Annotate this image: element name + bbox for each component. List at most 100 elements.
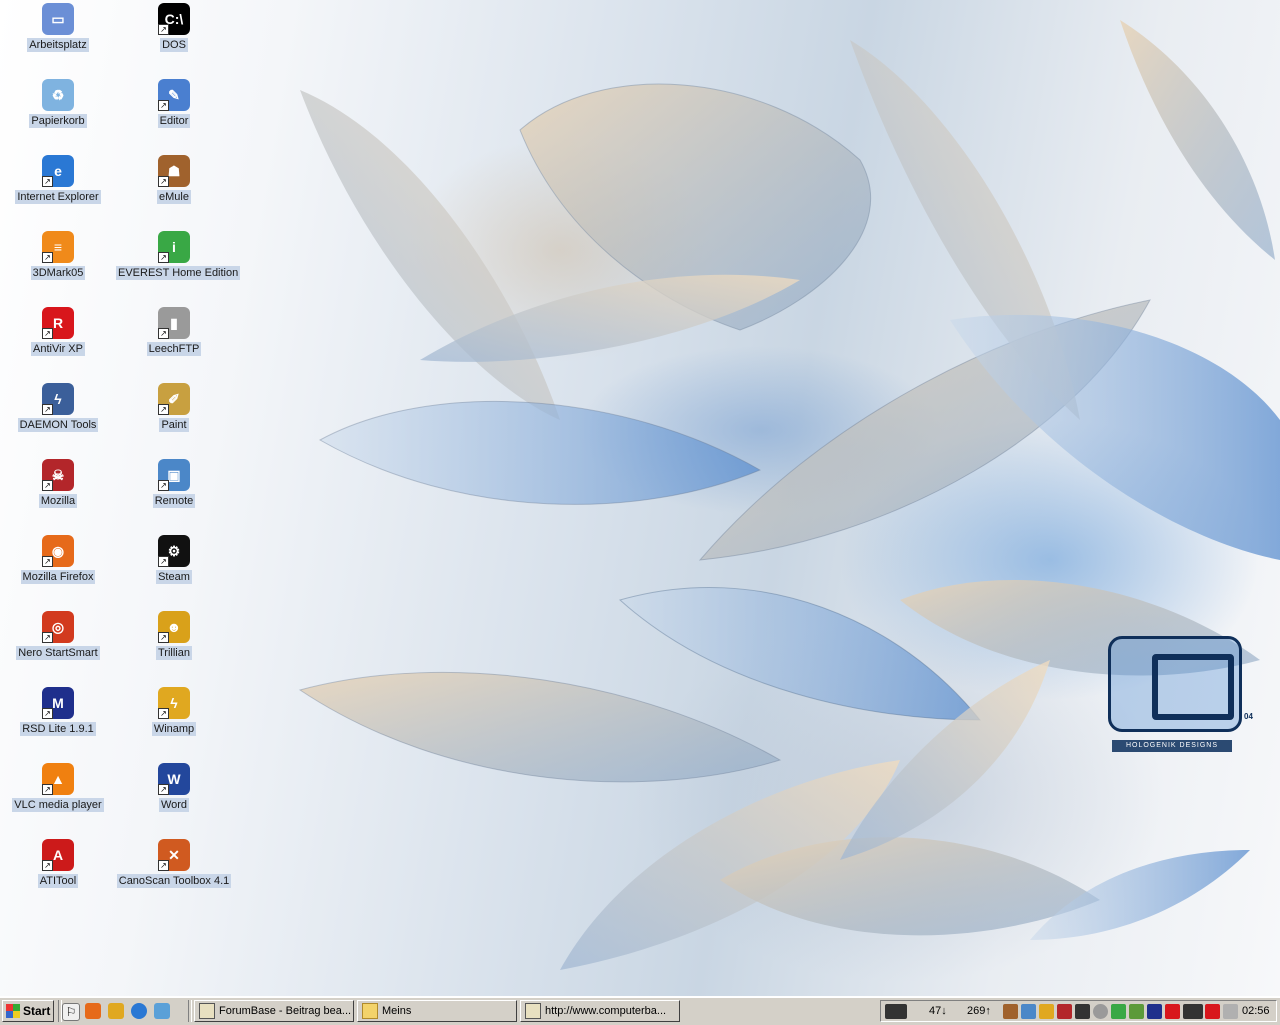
desktop: 04 HOLOGENIK DESIGNS ▭ Arbeitsplatz C:\ ↗ DO… — [0, 0, 1280, 996]
tray-clock-tool-icon[interactable] — [1093, 1004, 1108, 1019]
daemon-tools-icon: ϟ ↗ — [42, 383, 74, 415]
canoscan-icon: ✕ ↗ — [158, 839, 190, 871]
start-button[interactable]: Start — [2, 1000, 54, 1022]
desktop-icon-label: Papierkorb — [29, 114, 87, 128]
shortcut-arrow-icon: ↗ — [158, 556, 169, 567]
desktop-icon-label: DAEMON Tools — [17, 418, 99, 432]
desktop-icon-internet-explorer[interactable]: e ↗ Internet Explorer — [0, 152, 116, 224]
desktop-icon-canoscan-toolbox-4-1[interactable]: ✕ ↗ CanoScan Toolbox 4.1 — [116, 836, 232, 908]
desktop-icon-paint[interactable]: ✐ ↗ Paint — [116, 380, 232, 452]
desktop-icon-steam[interactable]: ⚙ ↗ Steam — [116, 532, 232, 604]
desktop-icon-label: Arbeitsplatz — [27, 38, 89, 52]
shortcut-arrow-icon: ↗ — [42, 176, 53, 187]
browser-window-icon — [525, 1003, 541, 1019]
shortcut-arrow-icon: ↗ — [42, 252, 53, 263]
desktop-icon-label: eMule — [157, 190, 191, 204]
ql-run-icon[interactable]: ⚐ — [62, 1003, 80, 1021]
desktop-icon-label: Mozilla Firefox — [20, 570, 96, 584]
desktop-icon-arbeitsplatz[interactable]: ▭ Arbeitsplatz — [0, 0, 116, 72]
tray-speedfan-icon[interactable] — [1183, 1004, 1203, 1019]
desktop-icon-label: Steam — [156, 570, 192, 584]
shortcut-arrow-icon: ↗ — [42, 404, 53, 415]
desktop-icon-label: Trillian — [156, 646, 192, 660]
desktop-icon-daemon-tools[interactable]: ϟ ↗ DAEMON Tools — [0, 380, 116, 452]
desktop-icon-everest-home-edition[interactable]: i ↗ EVEREST Home Edition — [116, 228, 241, 300]
desktop-icon-leechftp[interactable]: ▮ ↗ LeechFTP — [116, 304, 232, 376]
desktop-icon-antivir-xp[interactable]: R ↗ AntiVir XP — [0, 304, 116, 376]
tray-antivir-guard-icon[interactable] — [1205, 1004, 1220, 1019]
logo-number: 04 — [1244, 712, 1253, 721]
desktop-icon-papierkorb[interactable]: ♻ Papierkorb — [0, 76, 116, 148]
desktop-icon-label: Remote — [152, 494, 196, 508]
shortcut-arrow-icon: ↗ — [158, 708, 169, 719]
desktop-icon-label: RSD Lite 1.9.1 — [20, 722, 96, 736]
tray-volume-icon[interactable] — [1223, 1004, 1238, 1019]
firefox-icon: ◉ ↗ — [42, 535, 74, 567]
shortcut-arrow-icon: ↗ — [158, 24, 169, 35]
shortcut-arrow-icon: ↗ — [158, 860, 169, 871]
shortcut-arrow-icon: ↗ — [42, 784, 53, 795]
desktop-icon-label: VLC media player — [12, 798, 104, 812]
logo-brand-text: HOLOGENIK DESIGNS — [1112, 740, 1232, 752]
tray-mozilla-icon[interactable] — [1057, 1004, 1072, 1019]
shortcut-arrow-icon: ↗ — [42, 860, 53, 871]
tray-antivir-icon[interactable] — [1165, 1004, 1180, 1019]
tray-daemon-icon[interactable] — [1147, 1004, 1162, 1019]
desktop-icon-3dmark05[interactable]: ≡ ↗ 3DMark05 — [0, 228, 116, 300]
desktop-icon-word[interactable]: W ↗ Word — [116, 760, 232, 832]
desktop-icon-dos[interactable]: C:\ ↗ DOS — [116, 0, 232, 72]
3dmark-icon: ≡ ↗ — [42, 231, 74, 263]
desktop-icon-editor[interactable]: ✎ ↗ Editor — [116, 76, 232, 148]
shortcut-arrow-icon: ↗ — [158, 176, 169, 187]
browser-window-icon — [199, 1003, 215, 1019]
paint-icon: ✐ ↗ — [158, 383, 190, 415]
notepad-icon: ✎ ↗ — [158, 79, 190, 111]
word-icon: W ↗ — [158, 763, 190, 795]
system-tray: 47↓ 269↑ 02:56 — [880, 1000, 1277, 1022]
desktop-icon-emule[interactable]: ☗ ↗ eMule — [116, 152, 232, 224]
desktop-icon-vlc-media-player[interactable]: ▲ ↗ VLC media player — [0, 760, 116, 832]
task-label: Meins — [382, 1005, 412, 1017]
ql-firefox-icon[interactable] — [85, 1003, 101, 1019]
ql-network-icon[interactable] — [154, 1003, 170, 1019]
shortcut-arrow-icon: ↗ — [158, 480, 169, 491]
clock[interactable]: 02:56 — [1242, 1005, 1270, 1017]
ql-winamp-icon[interactable] — [108, 1003, 124, 1019]
desktop-icon-label: CanoScan Toolbox 4.1 — [116, 874, 232, 888]
start-label: Start — [23, 1004, 51, 1018]
desktop-icon-mozilla-firefox[interactable]: ◉ ↗ Mozilla Firefox — [0, 532, 116, 604]
desktop-icon-winamp[interactable]: ϟ ↗ Winamp — [116, 684, 232, 756]
shortcut-arrow-icon: ↗ — [158, 632, 169, 643]
tray-winamp-icon[interactable] — [1039, 1004, 1054, 1019]
command-prompt-icon: C:\ ↗ — [158, 3, 190, 35]
tray-everest-icon[interactable] — [1111, 1004, 1126, 1019]
my-computer-icon: ▭ — [42, 3, 74, 35]
desktop-icon-trillian[interactable]: ☻ ↗ Trillian — [116, 608, 232, 680]
desktop-icon-atitool[interactable]: A ↗ ATITool — [0, 836, 116, 908]
desktop-icon-label: Editor — [157, 114, 191, 128]
desktop-icon-rsd-lite-1-9-1[interactable]: M ↗ RSD Lite 1.9.1 — [0, 684, 116, 756]
ql-ie-icon[interactable] — [131, 1003, 147, 1019]
tray-network-icon[interactable] — [1021, 1004, 1036, 1019]
task-meins[interactable]: Meins — [357, 1000, 517, 1022]
windows-logo-icon — [6, 1004, 20, 1018]
desktop-icon-label: ATITool — [37, 874, 79, 888]
desktop-icon-remote[interactable]: ▣ ↗ Remote — [116, 456, 232, 528]
desktop-icon-label: 3DMark05 — [30, 266, 86, 280]
tray-steam-icon[interactable] — [1075, 1004, 1090, 1019]
task-forumbase[interactable]: ForumBase - Beitrag bea... — [194, 1000, 354, 1022]
shortcut-arrow-icon: ↗ — [158, 100, 169, 111]
shortcut-arrow-icon: ↗ — [158, 328, 169, 339]
desktop-icon-mozilla[interactable]: ☠ ↗ Mozilla — [0, 456, 116, 528]
nero-icon: ◎ ↗ — [42, 611, 74, 643]
tray-emule-icon[interactable] — [1003, 1004, 1018, 1019]
taskbar-separator — [188, 1000, 192, 1022]
desktop-icon-label: LeechFTP — [146, 342, 202, 356]
everest-icon: i ↗ — [158, 231, 190, 263]
desktop-icon-label: Word — [158, 798, 190, 812]
tray-gpu-icon[interactable] — [1129, 1004, 1144, 1019]
task-computerbase[interactable]: http://www.computerba... — [520, 1000, 680, 1022]
desktop-icon-label: DOS — [160, 38, 188, 52]
desktop-icon-nero-startsmart[interactable]: ◎ ↗ Nero StartSmart — [0, 608, 116, 680]
antivir-icon: R ↗ — [42, 307, 74, 339]
